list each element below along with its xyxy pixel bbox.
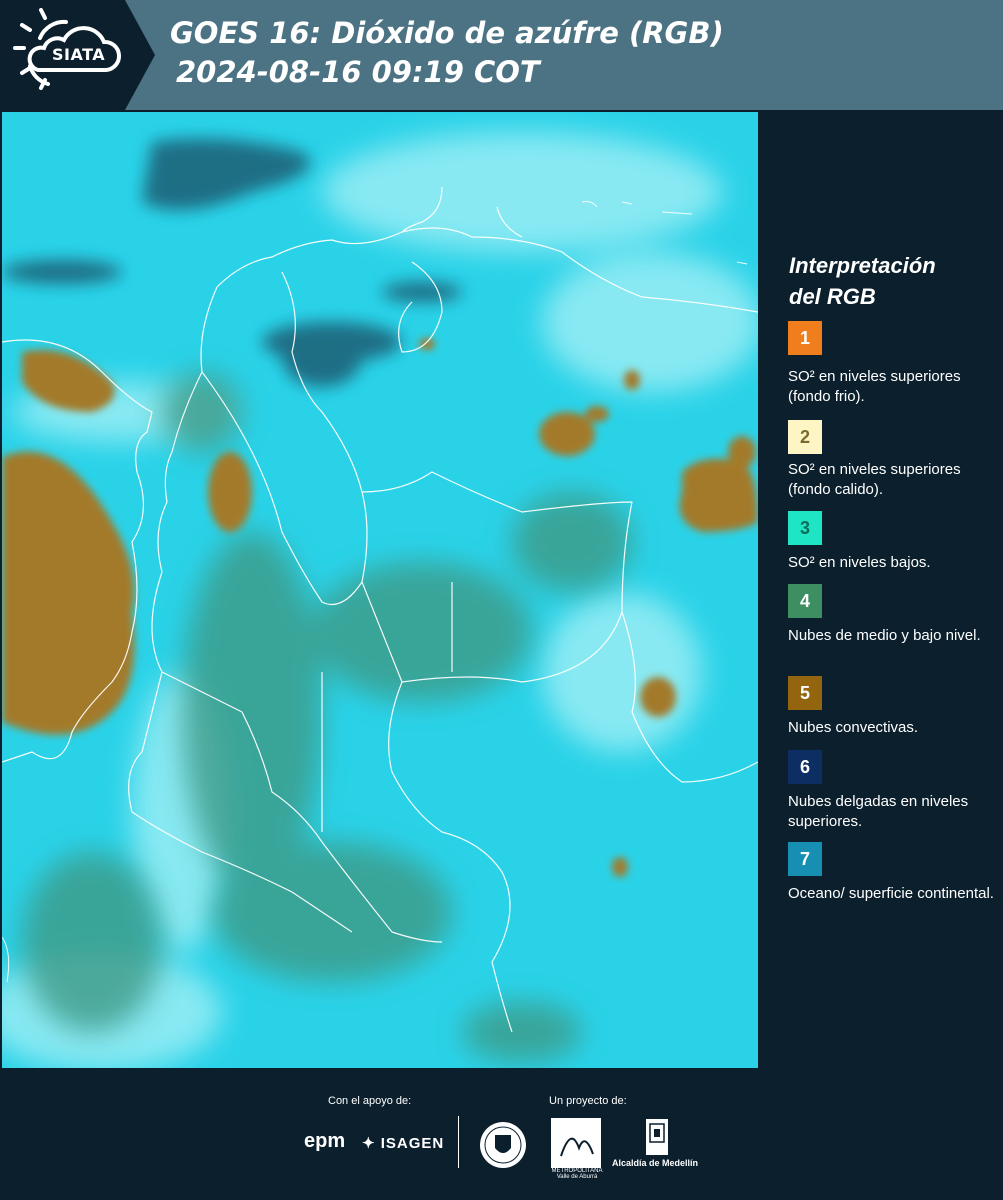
- isagen-logo: ✦ ISAGEN: [362, 1134, 444, 1152]
- legend-swatch-1: 1: [788, 321, 822, 355]
- siata-logo: SIATA: [0, 0, 155, 110]
- isagen-icon: ✦: [362, 1135, 376, 1152]
- header-bar: SIATA GOES 16: Dióxido de azúfre (RGB) 2…: [0, 0, 1003, 110]
- page-timestamp: 2024-08-16 09:19 COT: [176, 55, 540, 89]
- support-label: Con el apoyo de:: [328, 1095, 412, 1107]
- legend-swatch-2: 2: [788, 420, 822, 454]
- logo-text: SIATA: [52, 45, 106, 64]
- legend-text-1: SO² en niveles superiores (fondo frio).: [788, 368, 961, 405]
- legend-swatch-6: 6: [788, 750, 822, 784]
- satellite-map: [2, 112, 758, 1069]
- medellin-seal-icon: [480, 1122, 526, 1168]
- footer: Con el apoyo de: Un proyecto de: epm ✦ I…: [0, 1068, 1003, 1200]
- footer-divider: [458, 1116, 459, 1168]
- legend-text-6: Nubes delgadas en niveles superiores.: [788, 793, 969, 830]
- legend-title: Interpretación del RGB: [789, 250, 999, 312]
- legend-text-5: Nubes convectivas.: [788, 719, 919, 736]
- isagen-text: ISAGEN: [380, 1135, 445, 1152]
- legend-title-line2: del RGB: [789, 284, 876, 309]
- page-title: GOES 16: Dióxido de azúfre (RGB): [170, 16, 724, 50]
- alcaldia-emblem-icon: [646, 1119, 668, 1155]
- legend-swatch-7: 7: [788, 842, 822, 876]
- legend-text-7: Oceano/ superficie continental.: [788, 885, 994, 902]
- alcaldia-caption: Alcaldía de Medellín: [612, 1158, 699, 1168]
- area-metropolitana-caption: METROPOLITANA Valle de Aburrá: [551, 1168, 603, 1180]
- legend-title-line1: Interpretación: [789, 253, 936, 278]
- legend-text-2: SO² en niveles superiores (fondo calido)…: [788, 461, 961, 498]
- legend-swatch-3: 3: [788, 511, 822, 545]
- legend-text-4: Nubes de medio y bajo nivel.: [788, 627, 981, 644]
- epm-logo: epm: [304, 1130, 346, 1152]
- satellite-image: [2, 112, 758, 1069]
- project-label: Un proyecto de:: [549, 1095, 627, 1107]
- area-metropolitana-logo: [551, 1118, 601, 1168]
- legend-swatch-5: 5: [788, 676, 822, 710]
- legend-text-3: SO² en niveles bajos.: [788, 554, 931, 571]
- legend-panel: Interpretación del RGB 1 SO² en niveles …: [760, 110, 1003, 1068]
- legend-swatch-4: 4: [788, 584, 822, 618]
